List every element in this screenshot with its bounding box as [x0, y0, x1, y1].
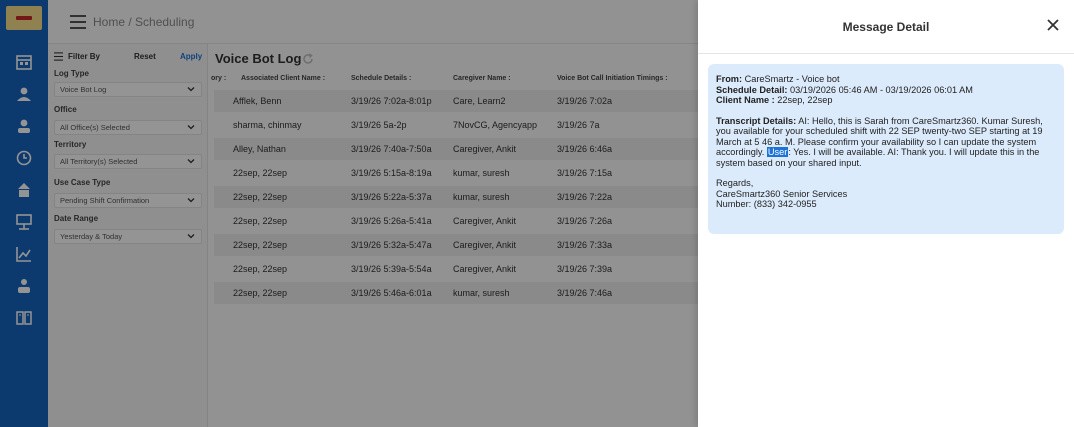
company-line: CareSmartz360 Senior Services [716, 188, 848, 199]
transcript-label: Transcript Details: [716, 115, 797, 126]
regards-line: Regards, [716, 178, 754, 188]
modal-backdrop[interactable] [0, 0, 698, 427]
schedule-label: Schedule Detail: [716, 84, 788, 95]
message-detail-panel: Message Detail From: CareSmartz - Voice … [698, 0, 1074, 427]
from-value: CareSmartz - Voice bot [742, 74, 840, 84]
message-detail-header: Message Detail [698, 0, 1074, 54]
close-icon[interactable] [1046, 18, 1060, 32]
transcript-highlight: User [766, 147, 789, 157]
schedule-line: Schedule Detail: 03/19/2026 05:46 AM - 0… [716, 85, 1056, 96]
from-line: From: CareSmartz - Voice bot [716, 74, 1056, 85]
message-detail-title: Message Detail [842, 20, 930, 34]
client-value: 22sep, 22sep [774, 95, 833, 105]
message-card: From: CareSmartz - Voice bot Schedule De… [708, 64, 1064, 234]
from-label: From: [716, 74, 743, 84]
client-label: Client Name : [716, 95, 775, 105]
schedule-value: 03/19/2026 05:46 AM - 03/19/2026 06:01 A… [787, 84, 973, 95]
transcript-line: Transcript Details: AI: Hello, this is S… [716, 116, 1056, 169]
client-line: Client Name : 22sep, 22sep [716, 95, 1056, 106]
number-line: Number: (833) 342-0955 [716, 199, 817, 209]
